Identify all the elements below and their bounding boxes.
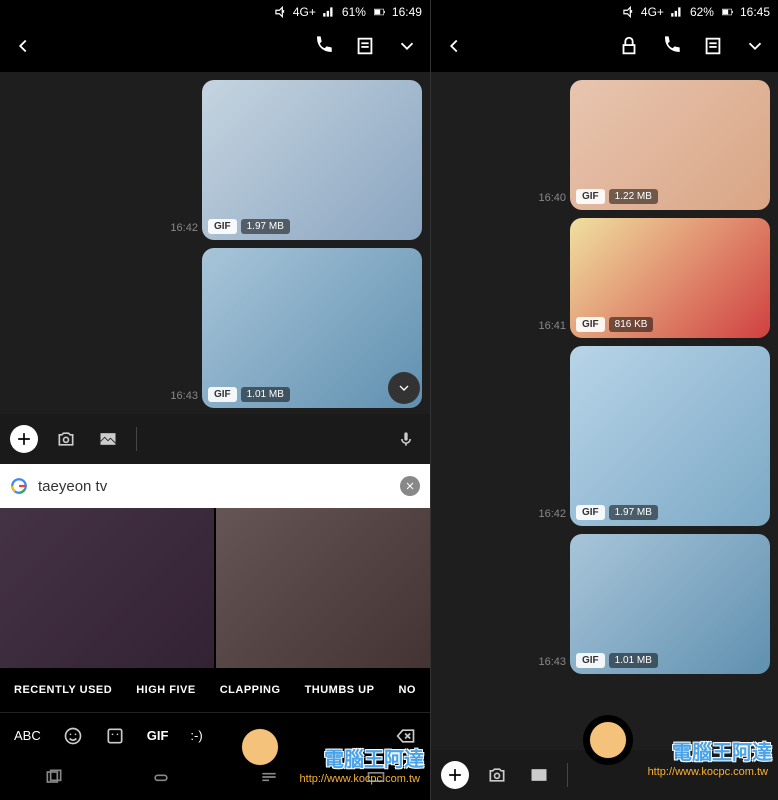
chat-area[interactable]: 16:42 GIF 1.97 MB 16:43 GIF 1.01 MB — [0, 72, 430, 414]
menu-button[interactable] — [396, 35, 418, 62]
lock-icon[interactable] — [618, 35, 640, 62]
mute-icon — [621, 5, 635, 19]
message-bubble[interactable]: GIF 1.97 MB — [570, 346, 770, 526]
size-badge: 1.01 MB — [241, 387, 290, 402]
message-time: 16:41 — [538, 320, 566, 332]
category-item[interactable]: NO — [398, 684, 416, 696]
gif-badge: GIF — [208, 219, 237, 234]
status-bar: 4G+ 62% 16:45 — [431, 0, 778, 24]
message-bubble[interactable]: GIF 1.97 MB — [202, 80, 422, 240]
backspace-button[interactable] — [396, 726, 416, 746]
message-time: 16:43 — [538, 656, 566, 668]
gif-badge: GIF — [208, 387, 237, 402]
category-item[interactable]: RECENTLY USED — [14, 684, 112, 696]
message-time: 16:40 — [538, 192, 566, 204]
signal-icon — [670, 5, 684, 19]
chat-area[interactable]: 16:40 GIF 1.22 MB 16:41 GIF 816 KB 16:42 G… — [431, 72, 778, 750]
network-label: 4G+ — [293, 5, 316, 19]
message-row: 16:40 GIF 1.22 MB — [439, 80, 770, 210]
chat-header — [0, 24, 430, 72]
message-row: 16:41 GIF 816 KB — [439, 218, 770, 338]
nav-home[interactable] — [151, 767, 171, 792]
add-button[interactable] — [10, 425, 38, 453]
size-badge: 1.22 MB — [609, 189, 658, 204]
call-button[interactable] — [312, 35, 334, 62]
gallery-button[interactable] — [525, 761, 553, 789]
gif-results — [0, 508, 430, 668]
size-badge: 1.97 MB — [241, 219, 290, 234]
message-row: 16:42 GIF 1.97 MB — [439, 346, 770, 526]
size-badge: 816 KB — [609, 317, 654, 332]
keyboard-mode-row: ABC GIF :-) — [0, 712, 430, 758]
message-bubble[interactable]: GIF 816 KB — [570, 218, 770, 338]
input-toolbar — [0, 414, 430, 464]
status-bar: 4G+ 61% 16:49 — [0, 0, 430, 24]
message-row: 16:42 GIF 1.97 MB — [8, 80, 422, 240]
search-input[interactable] — [38, 478, 390, 495]
message-bubble[interactable]: GIF 1.01 MB — [570, 534, 770, 674]
gif-result-item[interactable] — [216, 508, 430, 668]
menu-button[interactable] — [744, 35, 766, 62]
message-time: 16:42 — [170, 222, 198, 234]
list-button[interactable] — [702, 35, 724, 62]
nav-back[interactable] — [259, 767, 279, 792]
message-bubble[interactable]: GIF 1.22 MB — [570, 80, 770, 210]
message-row: 16:43 GIF 1.01 MB — [439, 534, 770, 674]
voice-button[interactable] — [392, 425, 420, 453]
chat-header — [431, 24, 778, 72]
clear-button[interactable] — [400, 476, 420, 496]
category-item[interactable]: CLAPPING — [220, 684, 281, 696]
gif-badge: GIF — [576, 653, 605, 668]
gif-mode-button[interactable]: GIF — [147, 728, 169, 743]
input-toolbar — [431, 750, 778, 800]
input-divider — [136, 427, 137, 451]
category-item[interactable]: THUMBS UP — [305, 684, 375, 696]
size-badge: 1.97 MB — [609, 505, 658, 520]
emoji-button[interactable] — [63, 726, 83, 746]
gif-badge: GIF — [576, 189, 605, 204]
message-time: 16:42 — [538, 508, 566, 520]
size-badge: 1.01 MB — [609, 653, 658, 668]
camera-button[interactable] — [483, 761, 511, 789]
time-label: 16:45 — [740, 5, 770, 19]
network-label: 4G+ — [641, 5, 664, 19]
gif-badge: GIF — [576, 505, 605, 520]
category-item[interactable]: HIGH FIVE — [136, 684, 196, 696]
gif-image — [570, 346, 770, 526]
gallery-button[interactable] — [94, 425, 122, 453]
emoticon-button[interactable]: :-) — [190, 728, 202, 743]
message-row: 16:43 GIF 1.01 MB — [8, 248, 422, 408]
back-button[interactable] — [443, 35, 465, 62]
battery-label: 62% — [690, 5, 714, 19]
message-time: 16:43 — [170, 390, 198, 402]
time-label: 16:49 — [392, 5, 422, 19]
gif-result-item[interactable] — [0, 508, 214, 668]
gif-image — [202, 80, 422, 240]
mute-icon — [273, 5, 287, 19]
abc-button[interactable]: ABC — [14, 728, 41, 743]
sticker-button[interactable] — [105, 726, 125, 746]
gif-search-bar — [0, 464, 430, 508]
battery-label: 61% — [342, 5, 366, 19]
nav-bar — [0, 758, 430, 800]
scroll-down-button[interactable] — [388, 372, 420, 404]
gif-badge: GIF — [576, 317, 605, 332]
add-button[interactable] — [441, 761, 469, 789]
nav-recent[interactable] — [44, 767, 64, 792]
call-button[interactable] — [660, 35, 682, 62]
battery-icon — [372, 5, 386, 19]
camera-button[interactable] — [52, 425, 80, 453]
categories-row[interactable]: RECENTLY USED HIGH FIVE CLAPPING THUMBS … — [0, 668, 430, 712]
battery-icon — [720, 5, 734, 19]
input-divider — [567, 763, 568, 787]
nav-keyboard[interactable] — [366, 767, 386, 792]
signal-icon — [322, 5, 336, 19]
list-button[interactable] — [354, 35, 376, 62]
back-button[interactable] — [12, 35, 34, 62]
google-icon — [10, 477, 28, 495]
